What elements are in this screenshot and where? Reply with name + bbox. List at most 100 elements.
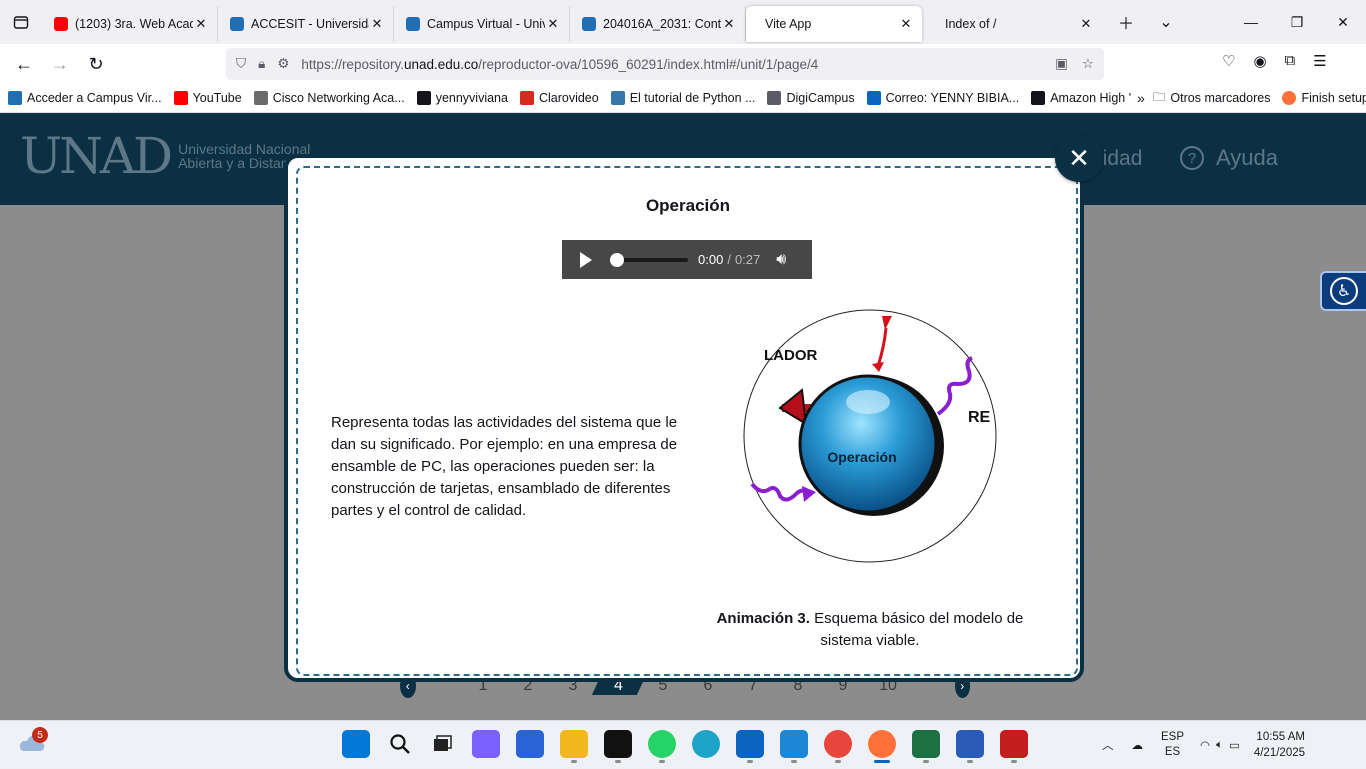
bookmark-item[interactable]: Amazon High '	[1031, 91, 1131, 105]
outlook-icon[interactable]	[736, 730, 764, 758]
store-icon[interactable]	[516, 730, 544, 758]
close-window-icon[interactable]: ✕	[1320, 0, 1366, 44]
bookmarks-overflow-icon[interactable]: »	[1137, 90, 1145, 106]
bookmark-item[interactable]: YouTube	[173, 91, 242, 105]
nav-item-partial[interactable]: lidad	[1098, 147, 1142, 171]
youtube-icon	[54, 17, 68, 31]
python-icon	[610, 91, 625, 105]
shield-icon[interactable]: ⛉	[236, 56, 246, 72]
close-tab-icon[interactable]: ✕	[193, 16, 209, 32]
system-tray: ︿ ☁︎ ESP ES ◠ 🔈︎ ▭ 10:55 AM 4/21/2025	[1102, 721, 1305, 769]
bookmark-item[interactable]: El tutorial de Python ...	[610, 91, 755, 105]
clarovideo-icon	[519, 91, 534, 105]
minimize-icon[interactable]: —	[1228, 0, 1274, 44]
navigation-bar: ← → ↻ ⛉ 🔒︎ ⚙︎ https://repository.unad.ed…	[0, 44, 1366, 84]
unad-icon	[582, 17, 596, 31]
close-tab-icon[interactable]: ✕	[369, 16, 385, 32]
running-indicator	[571, 760, 577, 763]
wifi-icon[interactable]: ◠	[1200, 738, 1210, 752]
chrome-icon[interactable]	[824, 730, 852, 758]
excel-icon[interactable]	[912, 730, 940, 758]
task-view-icon[interactable]	[428, 730, 456, 758]
forward-icon[interactable]: →	[42, 48, 78, 80]
finish-setup[interactable]: Finish setup	[1282, 91, 1366, 105]
other-bookmarks[interactable]: 🗀 Otros marcadores	[1153, 88, 1271, 109]
bookmark-item[interactable]: Correo: YENNY BIBIA...	[866, 91, 1019, 105]
edge-icon[interactable]	[692, 730, 720, 758]
onedrive-icon[interactable]: ☁︎	[1132, 738, 1144, 752]
bookmark-star-icon[interactable]: ☆	[1082, 56, 1094, 72]
bookmark-item[interactable]: DigiCampus	[767, 91, 855, 105]
browser-tab[interactable]: 204016A_2031: Conter ✕	[570, 6, 746, 42]
browser-tab[interactable]: Index of / ✕	[926, 6, 1102, 42]
diagram-right-label: RE	[968, 409, 991, 426]
bookmark-item[interactable]: Acceder a Campus Vir...	[8, 91, 162, 105]
chevron-down-icon[interactable]: ⌄	[1146, 4, 1186, 40]
url-text[interactable]: https://repository.unad.edu.co/reproduct…	[301, 57, 818, 72]
reader-view-icon[interactable]: ▣	[1055, 56, 1068, 72]
acrobat-icon[interactable]	[1000, 730, 1028, 758]
close-tab-icon[interactable]: ✕	[545, 16, 561, 32]
tab-list-icon[interactable]	[0, 0, 42, 44]
browser-tab[interactable]: Campus Virtual - Unive ✕	[394, 6, 570, 42]
close-tab-icon[interactable]: ✕	[898, 16, 914, 32]
help-icon: ?	[1180, 146, 1204, 170]
lock-icon[interactable]: 🔒︎	[258, 56, 265, 72]
reload-icon[interactable]: ↻	[78, 48, 114, 80]
bookmark-item[interactable]: Cisco Networking Aca...	[253, 91, 405, 105]
seek-knob[interactable]	[610, 252, 624, 267]
bookmarks-bar: Acceder a Campus Vir... YouTube Cisco Netw…	[0, 84, 1366, 113]
browser-tab[interactable]: (1203) 3ra. Web Acadé ✕	[42, 6, 218, 42]
account-icon[interactable]: ◉	[1253, 52, 1266, 70]
search-icon[interactable]	[386, 730, 414, 758]
tab-title: (1203) 3ra. Web Acadé	[75, 17, 193, 31]
language-indicator[interactable]: ESP ES	[1161, 730, 1184, 760]
bookmark-item[interactable]: Clarovideo	[519, 91, 599, 105]
extensions-icon[interactable]: ⧉	[1285, 52, 1296, 70]
firefox-icon[interactable]	[868, 730, 896, 758]
vscode-icon[interactable]	[780, 730, 808, 758]
outlook-icon	[866, 91, 881, 105]
url-bar[interactable]: ⛉ 🔒︎ ⚙︎ https://repository.unad.edu.co/r…	[226, 48, 1104, 80]
clock[interactable]: 10:55 AM 4/21/2025	[1254, 729, 1305, 761]
running-indicator	[747, 760, 753, 763]
firefox-icon	[1282, 91, 1297, 105]
audio-duration: 0:27	[734, 252, 761, 267]
weather-widget[interactable]: 5	[18, 727, 48, 758]
close-tab-icon[interactable]: ✕	[721, 16, 737, 32]
bookmark-item[interactable]: yennyviviana	[416, 91, 508, 105]
word-icon[interactable]	[956, 730, 984, 758]
unad-logo[interactable]: UNAD Universidad Nacional Abierta y a Dis…	[20, 127, 310, 185]
tab-title: Vite App	[765, 17, 812, 31]
menu-icon[interactable]: ☰	[1313, 52, 1326, 70]
help-link[interactable]: ? Ayuda	[1180, 145, 1278, 171]
tab-title: 204016A_2031: Conter	[603, 17, 721, 31]
pocket-icon[interactable]: ♡	[1222, 52, 1235, 70]
tray-chevron-icon[interactable]: ︿	[1102, 737, 1114, 753]
back-icon[interactable]: ←	[6, 48, 42, 80]
volume-icon[interactable]: 🔊︎	[776, 251, 786, 269]
browser-tab[interactable]: ACCESIT - Universidad ✕	[218, 6, 394, 42]
restore-icon[interactable]: ❐	[1274, 0, 1320, 44]
diagram-center-label: Operación	[827, 449, 896, 465]
unad-icon	[406, 17, 420, 31]
close-modal-button[interactable]: ✕	[1055, 134, 1103, 182]
accessibility-button[interactable]: ♿︎	[1320, 271, 1366, 311]
windows-taskbar: 5 ︿ ☁︎ ESP ES ◠ 🔈︎ ▭ 10:55 AM 4/21/2025	[0, 720, 1366, 768]
battery-icon[interactable]: ▭	[1229, 738, 1240, 752]
tab-title: ACCESIT - Universidad	[251, 17, 369, 31]
windows-start-icon[interactable]	[342, 730, 370, 758]
tiktok-icon[interactable]	[604, 730, 632, 758]
diagram-left-label: LADOR	[764, 347, 817, 364]
permissions-icon[interactable]: ⚙︎	[277, 56, 289, 72]
github-icon	[416, 91, 431, 105]
speaker-icon[interactable]: 🔈︎	[1216, 739, 1223, 752]
close-tab-icon[interactable]: ✕	[1078, 16, 1094, 32]
whatsapp-icon[interactable]	[648, 730, 676, 758]
browser-tab[interactable]: Vite App ✕	[746, 6, 922, 42]
new-tab-icon[interactable]: ＋	[1106, 4, 1146, 40]
file-explorer-icon[interactable]	[560, 730, 588, 758]
copilot-icon[interactable]	[472, 730, 500, 758]
play-icon[interactable]	[580, 251, 592, 268]
audio-seek-slider[interactable]	[610, 252, 688, 267]
